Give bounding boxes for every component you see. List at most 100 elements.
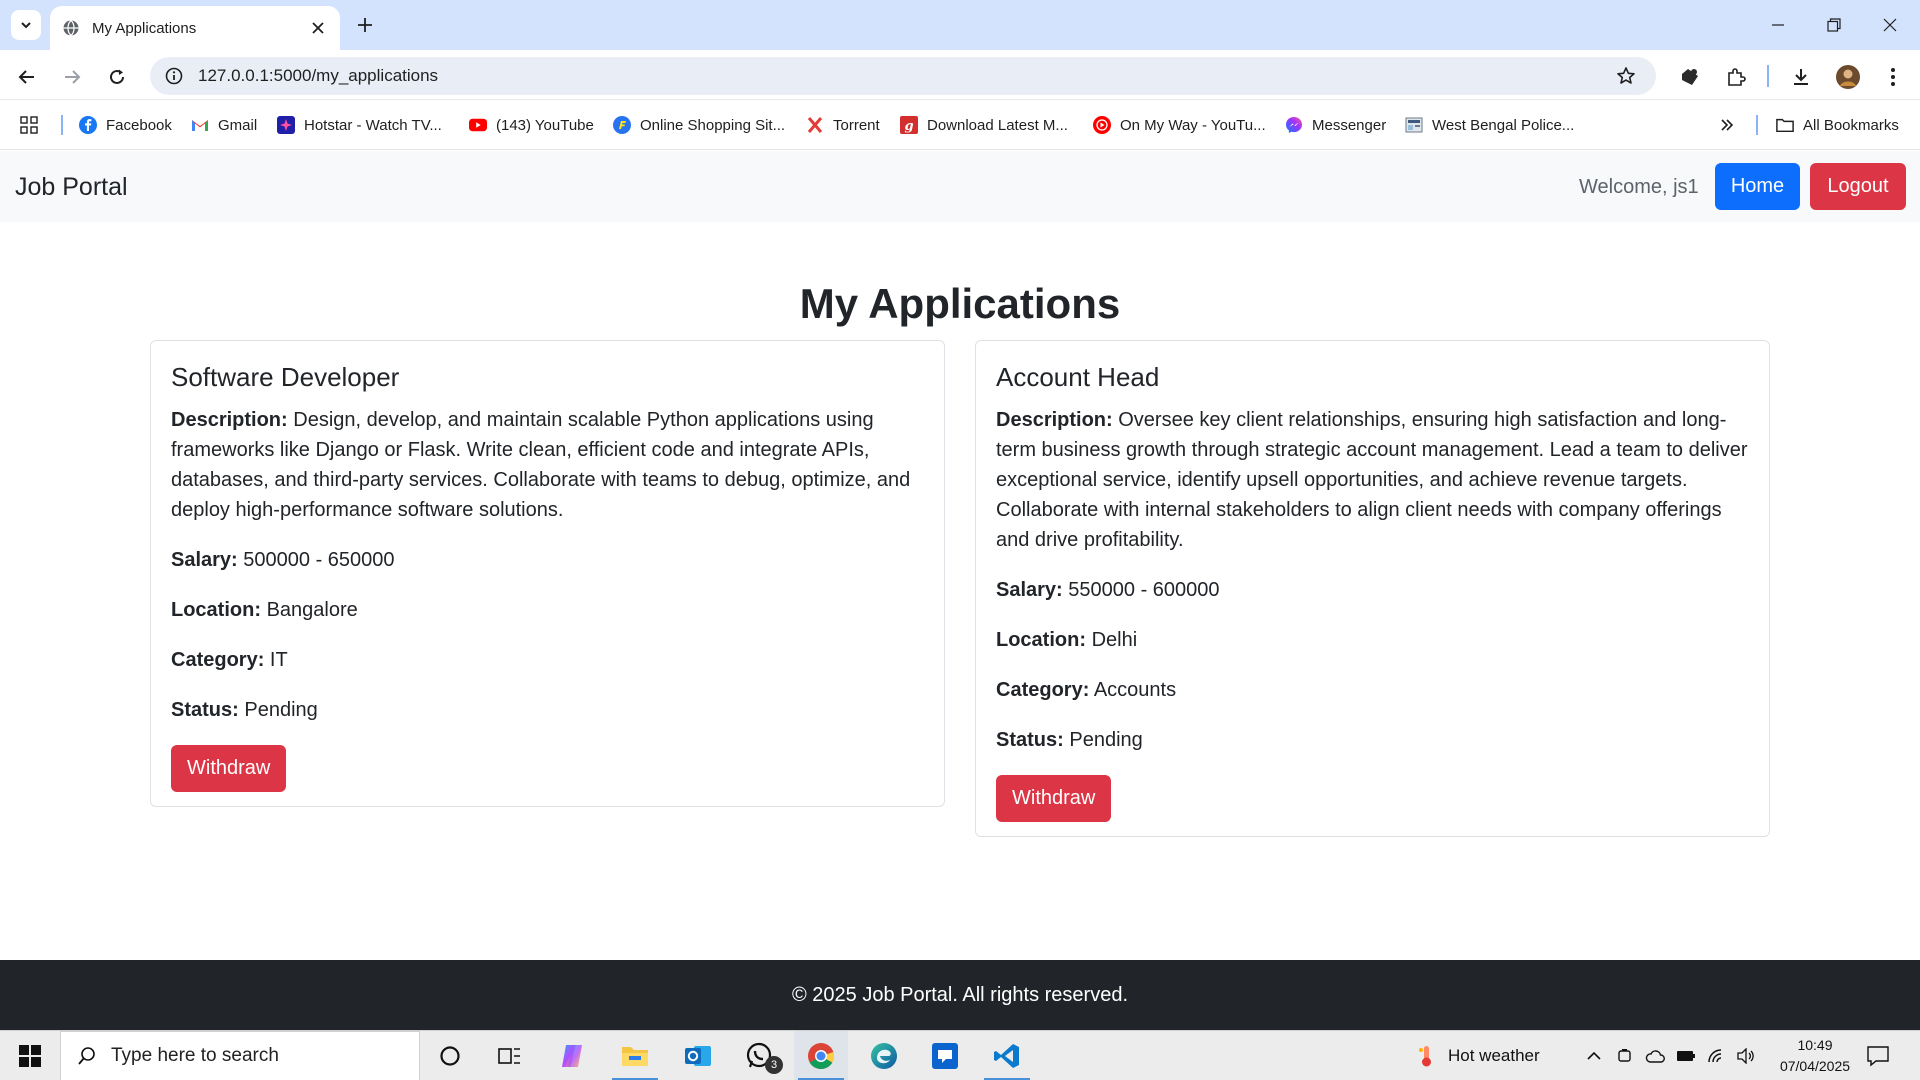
taskbar-feedback-app[interactable] [918, 1031, 972, 1080]
close-window-button[interactable] [1862, 0, 1918, 50]
taskbar-chrome[interactable] [794, 1031, 848, 1080]
flipkart-icon [613, 116, 631, 134]
restore-button[interactable] [1806, 0, 1862, 50]
address-bar[interactable]: 127.0.0.1:5000/my_applications [150, 57, 1656, 95]
job-category: Category: Accounts [996, 675, 1749, 705]
tray-battery[interactable] [1676, 1031, 1696, 1080]
reload-button[interactable] [102, 62, 132, 92]
tray-onedrive[interactable] [1645, 1031, 1665, 1080]
withdraw-button[interactable]: Withdraw [171, 745, 287, 792]
arrow-right-icon [63, 68, 81, 86]
application-status: Status: Pending [171, 695, 924, 725]
arrow-left-icon [18, 68, 36, 86]
category-value: Accounts [1093, 679, 1177, 701]
folder-icon [1776, 116, 1794, 134]
taskbar-clock[interactable]: 10:49 07/04/2025 [1770, 1035, 1860, 1077]
wifi-icon [1707, 1048, 1727, 1064]
bookmark-star-icon[interactable] [1612, 62, 1640, 90]
location-label: Location: [171, 599, 261, 621]
taskbar-vscode[interactable] [980, 1031, 1034, 1080]
bookmark-hotstar[interactable]: Hotstar - Watch TV... [277, 113, 442, 137]
url-text[interactable]: 127.0.0.1:5000/my_applications [198, 66, 1612, 86]
folder-icon [621, 1044, 649, 1068]
taskbar-edge[interactable] [857, 1031, 911, 1080]
taskbar-file-explorer[interactable] [608, 1031, 662, 1080]
reload-icon [108, 68, 126, 86]
new-tab-button[interactable] [352, 12, 378, 38]
toolbar-divider [1767, 65, 1769, 87]
all-bookmarks-label: All Bookmarks [1803, 116, 1899, 134]
bookmark-label: Messenger [1312, 116, 1387, 134]
chrome-icon [807, 1042, 835, 1070]
police-icon [1405, 116, 1423, 134]
notification-icon [1866, 1045, 1890, 1067]
youtube-icon [469, 116, 487, 134]
start-button[interactable] [0, 1031, 60, 1080]
taskbar-copilot[interactable] [545, 1031, 599, 1080]
more-menu-icon[interactable] [1878, 62, 1908, 92]
status-value: Pending [1069, 729, 1143, 751]
bookmark-label: Hotstar - Watch TV... [304, 116, 442, 134]
home-button[interactable]: Home [1715, 163, 1800, 210]
back-button[interactable] [12, 62, 42, 92]
extensions-icon[interactable] [1721, 62, 1751, 92]
logout-button[interactable]: Logout [1810, 163, 1906, 210]
bookmark-gmail[interactable]: Gmail [191, 113, 257, 137]
browser-tab-strip: My Applications [0, 0, 1920, 50]
bookmark-label: Gmail [218, 116, 258, 134]
bookmark-torrent[interactable]: Torrent [806, 113, 880, 137]
browser-tab-active[interactable]: My Applications [50, 6, 340, 50]
bookmark-download-latest[interactable]: g Download Latest M... [900, 113, 1068, 137]
gmail-icon [191, 116, 209, 134]
downloads-icon[interactable] [1786, 62, 1816, 92]
windows-logo-icon [19, 1045, 41, 1067]
apps-grid-icon [20, 116, 38, 134]
profile-avatar[interactable] [1833, 62, 1863, 92]
tray-meet-now[interactable] [1617, 1031, 1635, 1080]
taskbar-outlook[interactable] [671, 1031, 725, 1080]
bookmark-online-shopping[interactable]: Online Shopping Sit... [613, 113, 785, 137]
site-info-icon[interactable] [162, 64, 186, 88]
cortana-button[interactable] [423, 1031, 477, 1080]
bookmark-facebook[interactable]: Facebook [79, 113, 172, 137]
plus-icon [357, 17, 373, 33]
bookmark-west-bengal-police[interactable]: West Bengal Police... [1405, 113, 1574, 137]
tray-volume[interactable] [1736, 1031, 1756, 1080]
forward-button[interactable] [57, 62, 87, 92]
chevron-down-icon [19, 18, 33, 32]
tray-overflow-chevron[interactable] [1586, 1031, 1602, 1080]
withdraw-button[interactable]: Withdraw [996, 775, 1112, 822]
bookmark-on-my-way[interactable]: On My Way - YouTu... [1093, 113, 1266, 137]
close-tab-icon[interactable] [308, 18, 328, 38]
navbar-brand[interactable]: Job Portal [15, 173, 128, 202]
bookmarks-divider [1756, 115, 1758, 135]
location-value: Bangalore [266, 599, 358, 621]
job-title: Software Developer [171, 362, 400, 392]
vscode-icon [993, 1042, 1021, 1070]
bookmark-messenger[interactable]: Messenger [1285, 113, 1386, 137]
extension-puzzle-dark-icon[interactable] [1675, 62, 1705, 92]
minimize-icon [1771, 18, 1785, 32]
minimize-button[interactable] [1750, 0, 1806, 50]
salary-label: Salary: [996, 579, 1063, 601]
all-bookmarks-button[interactable]: All Bookmarks [1776, 113, 1899, 137]
bookmarks-bar: Facebook Gmail Hotstar - Watch TV... (14… [0, 100, 1920, 150]
more-bookmarks-button[interactable] [1718, 113, 1745, 137]
battery-icon [1676, 1050, 1696, 1062]
application-card: Account Head Description: Oversee key cl… [975, 340, 1770, 837]
task-view-button[interactable] [483, 1031, 537, 1080]
category-label: Category: [996, 679, 1090, 701]
page-title: My Applications [799, 280, 1121, 327]
chevron-up-icon [1586, 1048, 1602, 1064]
clock-time: 10:49 [1797, 1037, 1833, 1053]
apps-grid-button[interactable] [20, 113, 47, 137]
taskbar-whatsapp[interactable]: 3 [733, 1031, 787, 1080]
tray-wifi[interactable] [1707, 1031, 1727, 1080]
site-navbar: Job Portal Welcome, js1 Home Logout [0, 151, 1920, 222]
tab-search-button[interactable] [11, 10, 41, 40]
job-location: Location: Delhi [996, 625, 1749, 655]
taskbar-search-box[interactable]: Type here to search [60, 1031, 420, 1080]
bookmark-youtube[interactable]: (143) YouTube [469, 113, 594, 137]
weather-widget[interactable]: Hot weather [1418, 1031, 1540, 1080]
notification-center-button[interactable] [1866, 1031, 1890, 1080]
